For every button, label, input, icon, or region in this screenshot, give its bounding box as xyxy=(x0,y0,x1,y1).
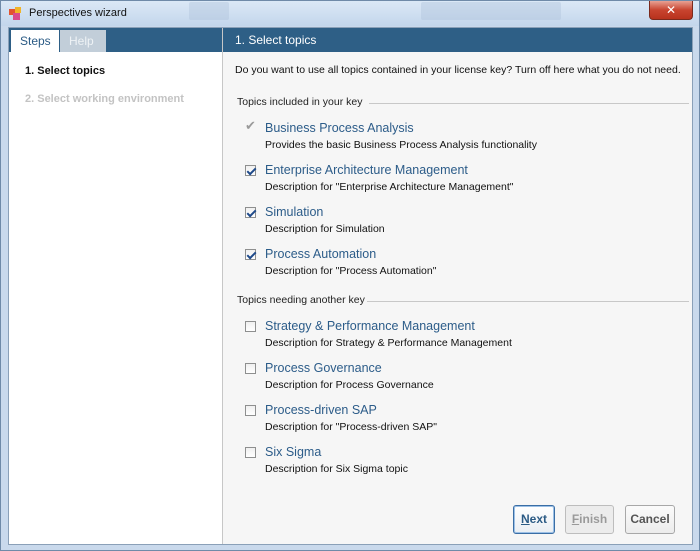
group-divider xyxy=(369,103,689,104)
topic-item: Process Automation Description for "Proc… xyxy=(245,247,685,283)
topic-checkbox[interactable] xyxy=(245,363,256,374)
topic-description: Description for Simulation xyxy=(265,223,385,235)
instruction-text: Do you want to use all topics contained … xyxy=(235,64,681,76)
next-label: ext xyxy=(529,512,547,526)
topic-item: Six Sigma Description for Six Sigma topi… xyxy=(245,445,685,481)
page-title: 1. Select topics xyxy=(223,28,692,52)
topic-description: Description for Six Sigma topic xyxy=(265,463,408,475)
topic-item: Strategy & Performance Management Descri… xyxy=(245,319,685,355)
background-window-strip xyxy=(189,2,229,20)
topic-checkbox[interactable] xyxy=(245,249,256,260)
topic-checkbox[interactable] xyxy=(245,447,256,458)
next-mnemonic: N xyxy=(520,512,530,526)
topic-name[interactable]: Process Automation xyxy=(265,247,376,261)
topic-name[interactable]: Process-driven SAP xyxy=(265,403,377,417)
topic-checkbox[interactable] xyxy=(245,165,256,176)
topic-description: Description for Strategy & Performance M… xyxy=(265,337,512,349)
topic-checkbox[interactable] xyxy=(245,321,256,332)
topic-item: Enterprise Architecture Management Descr… xyxy=(245,163,685,199)
window-title: Perspectives wizard xyxy=(29,7,127,19)
topic-name: Business Process Analysis xyxy=(265,121,414,135)
tab-steps[interactable]: Steps xyxy=(11,30,59,52)
topic-name[interactable]: Six Sigma xyxy=(265,445,321,459)
topic-checkbox[interactable] xyxy=(245,405,256,416)
topic-description: Description for "Process-driven SAP" xyxy=(265,421,438,433)
title-bar[interactable]: Perspectives wizard ✕ xyxy=(1,1,699,26)
group-divider xyxy=(367,301,689,302)
steps-panel: Steps Help 1. Select topics 2. Select wo… xyxy=(9,28,223,544)
topic-name[interactable]: Process Governance xyxy=(265,361,382,375)
topic-item: Process Governance Description for Proce… xyxy=(245,361,685,397)
topic-name[interactable]: Enterprise Architecture Management xyxy=(265,163,468,177)
topic-description: Description for "Enterprise Architecture… xyxy=(265,181,514,193)
topic-description: Description for "Process Automation" xyxy=(265,265,437,277)
topic-description: Provides the basic Business Process Anal… xyxy=(265,139,537,151)
close-window-button[interactable]: ✕ xyxy=(649,1,693,20)
steps-panel-tabbar: Steps Help xyxy=(9,28,222,52)
topic-item: Process-driven SAP Description for "Proc… xyxy=(245,403,685,439)
finish-label: inish xyxy=(579,512,608,526)
group-label-included: Topics included in your key xyxy=(237,96,363,108)
background-window-strip xyxy=(421,2,561,20)
wizard-window: Perspectives wizard ✕ Steps Help 1. Sele… xyxy=(0,0,700,551)
group-label-another-key: Topics needing another key xyxy=(237,294,365,306)
finish-button: Finish xyxy=(565,505,614,534)
step-select-working-environment: 2. Select working environment xyxy=(25,93,184,105)
topic-name[interactable]: Strategy & Performance Management xyxy=(265,319,475,333)
close-icon: ✕ xyxy=(665,3,677,17)
next-button[interactable]: Next xyxy=(513,505,555,534)
topic-checkbox[interactable] xyxy=(245,207,256,218)
checkmark-icon: ✔ xyxy=(245,119,256,134)
topic-item: Simulation Description for Simulation xyxy=(245,205,685,241)
wizard-app-icon xyxy=(9,7,21,20)
topic-description: Description for Process Governance xyxy=(265,379,434,391)
cancel-button[interactable]: Cancel xyxy=(625,505,675,534)
tab-help[interactable]: Help xyxy=(60,30,106,52)
topic-item: ✔ Business Process Analysis Provides the… xyxy=(245,119,685,157)
topic-name[interactable]: Simulation xyxy=(265,205,323,219)
step-select-topics[interactable]: 1. Select topics xyxy=(25,65,105,77)
wizard-client-area: Steps Help 1. Select topics 2. Select wo… xyxy=(8,27,693,545)
topics-panel: 1. Select topics Do you want to use all … xyxy=(223,28,692,544)
